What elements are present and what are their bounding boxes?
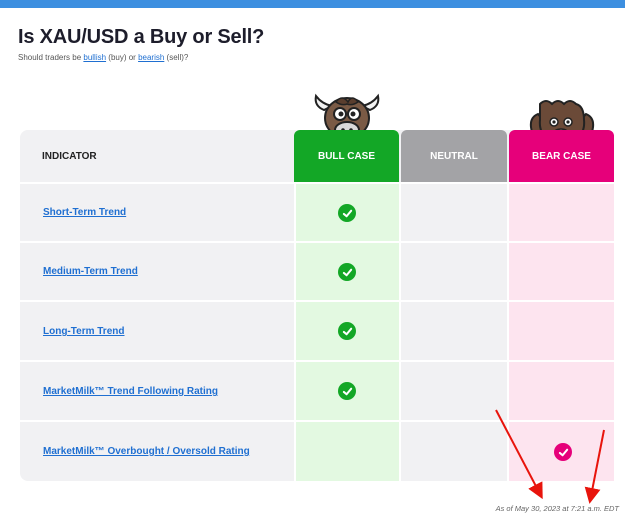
- as-of-timestamp: As of May 30, 2023 at 7:21 a.m. EDT: [495, 504, 619, 513]
- red-arrow-annotation: [495, 409, 605, 504]
